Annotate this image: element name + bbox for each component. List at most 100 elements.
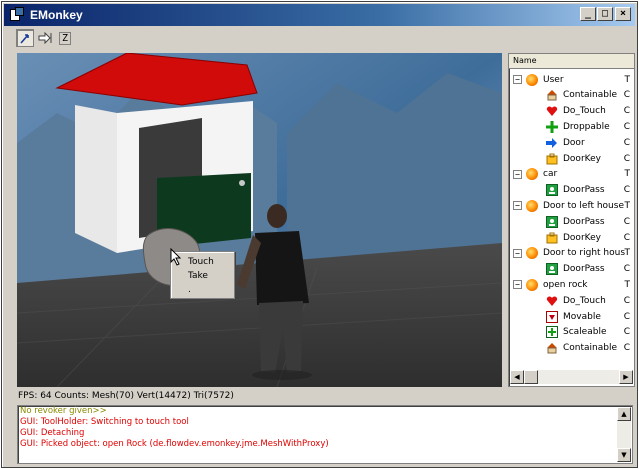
tree-row-do-touch[interactable]: Do_Touch C	[545, 293, 634, 308]
tree-horizontal-scrollbar[interactable]: ◀ ▶	[510, 370, 633, 384]
tree-row-trail: C	[623, 311, 630, 322]
tree-expander[interactable]: −	[513, 280, 522, 290]
tree-row-trail: C	[623, 185, 630, 196]
tree-expander[interactable]: −	[513, 248, 522, 258]
tree-row-open-rock[interactable]: − open rock T	[513, 277, 634, 292]
z-tool-button[interactable]: Z	[56, 29, 74, 47]
tree-column-header[interactable]: Name	[509, 54, 634, 69]
scroll-left-button[interactable]: ◀	[510, 370, 524, 384]
tree-row-trail: C	[623, 216, 630, 227]
tree-row-trail: C	[623, 153, 630, 164]
tree-row-door[interactable]: Door C	[545, 135, 634, 150]
log-line: GUI: Detaching	[20, 428, 85, 438]
tree-row-label: User	[543, 74, 564, 85]
tree-row-doorpass[interactable]: DoorPass C	[545, 214, 634, 229]
tree-expander[interactable]: −	[513, 169, 522, 179]
scroll-track[interactable]	[538, 370, 619, 384]
tree-row-door-to-right-hous[interactable]: − Door to right hous T	[513, 246, 634, 261]
pass-icon	[545, 215, 559, 229]
tree-expander[interactable]: −	[513, 201, 522, 211]
tree-row-do-touch[interactable]: Do_Touch C	[545, 104, 634, 119]
tree-row-label: DoorPass	[563, 216, 605, 227]
close-button[interactable]: ×	[615, 7, 631, 21]
scroll-right-button[interactable]: ▶	[619, 370, 633, 384]
tree-row-label: Do_Touch	[563, 295, 606, 306]
minimize-button[interactable]: _	[580, 7, 596, 21]
tree-row-label: Containable	[563, 90, 618, 101]
fps-status: FPS: 64 Counts: Mesh(70) Vert(14472) Tri…	[18, 391, 234, 401]
log-panel: No revoker given>> GUI: ToolHolder: Switc…	[17, 405, 633, 464]
tree-row-trail: C	[623, 343, 630, 354]
tree-row-doorpass[interactable]: DoorPass C	[545, 262, 634, 277]
menu-item-dot[interactable]: .	[171, 283, 234, 297]
log-lines: No revoker given>> GUI: ToolHolder: Switc…	[18, 406, 632, 450]
tree-row-label: Door	[563, 137, 585, 148]
house-icon	[545, 88, 559, 102]
tree-row-user[interactable]: − User T	[513, 72, 634, 87]
tree-expander[interactable]: −	[513, 75, 522, 84]
tree-row-label: DoorPass	[563, 185, 605, 196]
tree-row-trail: T	[624, 200, 631, 211]
plus-icon	[545, 120, 559, 134]
heart-icon	[545, 294, 559, 308]
tree-row-trail: C	[623, 106, 630, 117]
orb-icon	[525, 278, 539, 292]
maximize-button[interactable]: □	[597, 7, 613, 21]
arrow-right-icon	[38, 32, 52, 44]
title-bar[interactable]: EMonkey _ □ ×	[4, 4, 635, 26]
tree-row-label: open rock	[543, 279, 588, 290]
tree-row-label: DoorPass	[563, 264, 605, 275]
tree-row-trail: C	[623, 137, 630, 148]
house-wall-left	[75, 105, 117, 253]
3d-viewport[interactable]: Touch Take .	[17, 53, 502, 387]
tree-row-trail: C	[623, 232, 630, 243]
toolbar: Z	[16, 29, 74, 49]
tree-row-label: Containable	[563, 343, 618, 354]
scroll-up-button[interactable]: ▲	[617, 407, 631, 421]
3d-scene	[17, 53, 502, 387]
orb-icon	[525, 73, 539, 87]
scale-icon	[545, 325, 559, 339]
log-line: GUI: ToolHolder: Switching to touch tool	[20, 417, 189, 427]
tree-row-label: Scaleable	[563, 327, 607, 338]
window-controls: _ □ ×	[579, 7, 631, 21]
tree-row-label: car	[543, 169, 558, 180]
log-line: GUI: Picked object: open Rock (de.flowde…	[20, 439, 329, 449]
tree-row-movable[interactable]: Movable C	[545, 309, 634, 324]
tree-row-label: DoorKey	[563, 153, 601, 164]
log-vertical-scrollbar[interactable]: ▲ ▼	[617, 407, 631, 462]
character-head	[267, 204, 287, 228]
touch-tool-button[interactable]	[16, 29, 34, 47]
blue-arrow-icon	[545, 136, 559, 150]
tree-row-doorkey[interactable]: DoorKey C	[545, 151, 634, 166]
tree-row-doorpass[interactable]: DoorPass C	[545, 183, 634, 198]
key-icon	[545, 231, 559, 245]
tree-row-door-to-left-house[interactable]: − Door to left house T	[513, 198, 634, 213]
movable-icon	[545, 310, 559, 324]
object-tree: − User T Containable C Do_Touch C Droppable C Doo…	[509, 70, 634, 370]
tree-row-doorkey[interactable]: DoorKey C	[545, 230, 634, 245]
pointer-icon	[20, 34, 29, 44]
orb-icon	[525, 167, 539, 181]
move-tool-button[interactable]	[36, 29, 54, 47]
tree-row-trail: C	[623, 90, 630, 101]
scroll-down-button[interactable]: ▼	[617, 448, 631, 462]
tree-row-label: Do_Touch	[563, 106, 606, 117]
menu-item-take[interactable]: Take	[171, 269, 234, 283]
tree-row-label: Movable	[563, 311, 601, 322]
tree-row-containable[interactable]: Containable C	[545, 341, 634, 356]
house-icon	[545, 341, 559, 355]
scroll-thumb[interactable]	[524, 370, 538, 384]
tree-row-containable[interactable]: Containable C	[545, 88, 634, 103]
tree-row-car[interactable]: − car T	[513, 167, 634, 182]
tree-row-label: Droppable	[563, 121, 610, 132]
tree-row-trail: C	[623, 264, 630, 275]
tree-row-trail: T	[624, 74, 631, 85]
tree-row-scaleable[interactable]: Scaleable C	[545, 325, 634, 340]
window-title: EMonkey	[30, 8, 83, 22]
key-icon	[545, 152, 559, 166]
orb-icon	[525, 246, 539, 260]
tree-row-label: Door to right hous	[543, 248, 626, 259]
heart-icon	[545, 104, 559, 118]
tree-row-droppable[interactable]: Droppable C	[545, 119, 634, 134]
